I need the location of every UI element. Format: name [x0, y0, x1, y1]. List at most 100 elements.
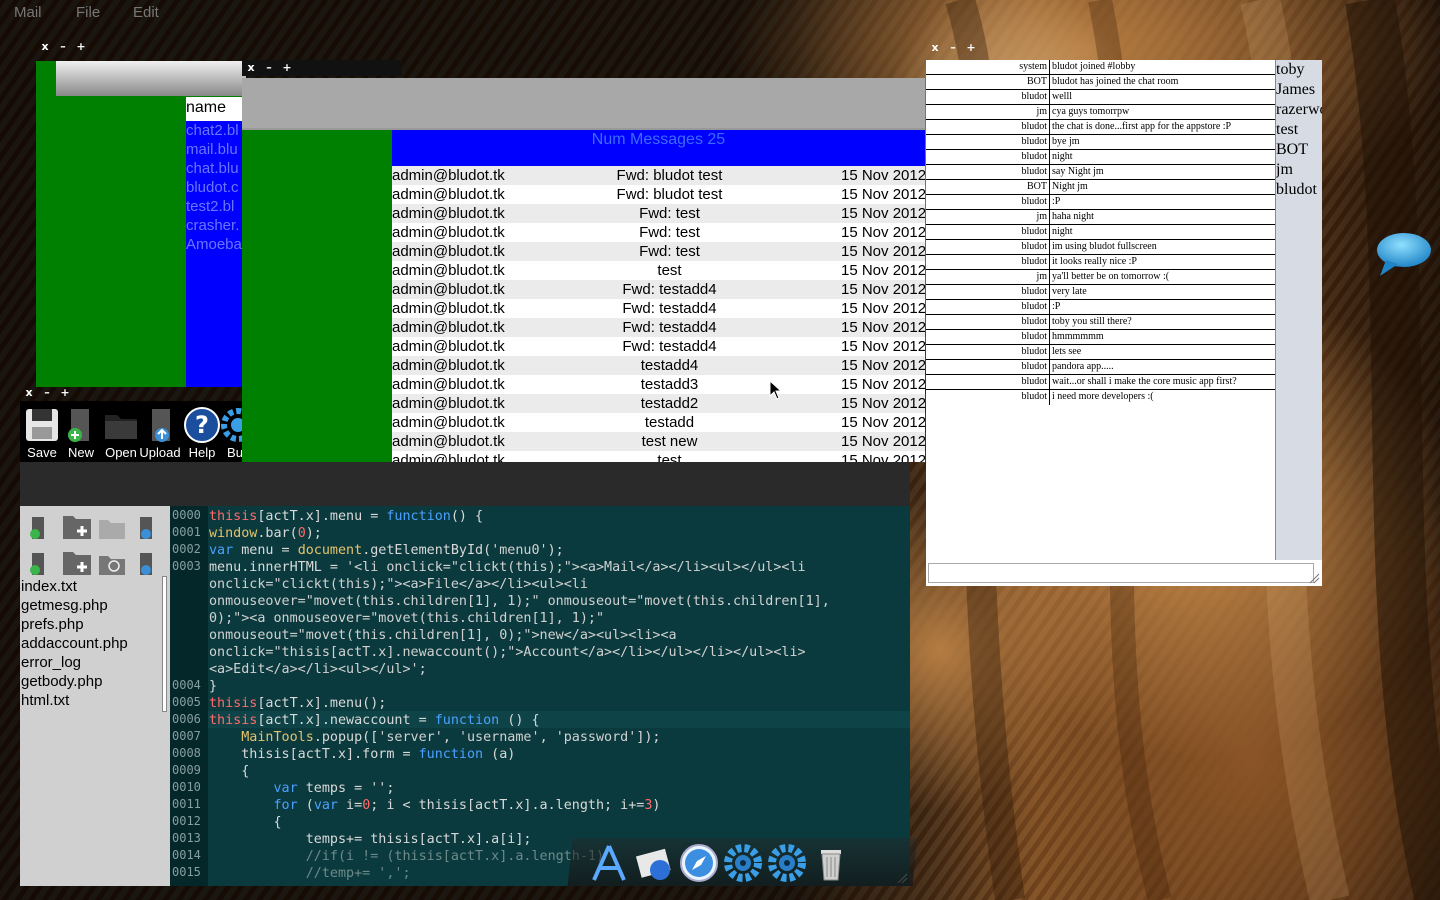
maximize-button[interactable]: + — [60, 387, 70, 399]
message-row[interactable]: admin@bludot.tk Fwd: test 15 Nov 2012 — [392, 242, 925, 261]
file-item[interactable]: error_log — [21, 654, 81, 671]
message-row[interactable]: admin@bludot.tk testadd3 15 Nov 2012 — [392, 375, 925, 394]
user-list-item[interactable]: test — [1276, 120, 1322, 140]
account-item[interactable]: bludot.c — [186, 178, 246, 197]
trash-icon[interactable] — [810, 842, 852, 884]
file-item[interactable]: index.txt — [21, 578, 77, 595]
chat-message: bludot i need more developers :( — [926, 390, 1275, 405]
message-row[interactable]: admin@bludot.tk Fwd: testadd4 15 Nov 2012 — [392, 299, 925, 318]
message-row[interactable]: admin@bludot.tk Fwd: bludot test 15 Nov 20… — [392, 166, 925, 185]
new-folder-icon[interactable] — [62, 548, 92, 576]
close-button[interactable]: x — [40, 41, 50, 53]
chat-bubble-icon[interactable] — [1376, 232, 1432, 278]
message-row[interactable]: admin@bludot.tk Fwd: testadd4 15 Nov 2012 — [392, 318, 925, 337]
menu-file[interactable]: File — [76, 4, 100, 21]
maximize-button[interactable]: + — [282, 62, 292, 74]
open-button[interactable]: Open — [100, 407, 142, 460]
message-row[interactable]: admin@bludot.tk Fwd: testadd4 15 Nov 2012 — [392, 280, 925, 299]
settings-icon[interactable] — [722, 842, 764, 884]
user-list-item[interactable]: razerwo — [1276, 100, 1322, 120]
minimize-button[interactable]: – — [264, 62, 274, 74]
chat-text: haha night — [1052, 211, 1094, 222]
code-line: thisis[actT.x].menu = function() { — [209, 509, 484, 524]
chat-username: bludot — [926, 255, 1050, 269]
account-item[interactable]: chat.blu — [186, 159, 246, 178]
code-editor[interactable]: 0000 0001 0002 0003 0004 0005 0006 0007 … — [170, 506, 910, 886]
folder-icon[interactable] — [98, 516, 126, 540]
upload-icon[interactable] — [134, 516, 158, 540]
maximize-button[interactable]: + — [966, 42, 976, 54]
close-button[interactable]: x — [246, 62, 256, 74]
maximize-button[interactable]: + — [76, 41, 86, 53]
new-folder-icon[interactable] — [62, 512, 92, 540]
mail-icon[interactable] — [634, 842, 676, 884]
message-row[interactable]: admin@bludot.tk test new 15 Nov 2012 — [392, 432, 925, 451]
message-row[interactable]: admin@bludot.tk test 15 Nov 2012 — [392, 261, 925, 280]
line-number: 0001 — [172, 525, 201, 539]
chat-input[interactable] — [928, 563, 1314, 583]
message-subject: Fwd: bludot test — [616, 167, 723, 184]
minimize-button[interactable]: – — [58, 41, 68, 53]
user-list-item[interactable]: James — [1276, 80, 1322, 100]
account-item[interactable]: crasher. — [186, 216, 246, 235]
menu-mail[interactable]: Mail — [14, 4, 42, 21]
upload-icon[interactable] — [134, 552, 158, 576]
save-button[interactable]: Save — [20, 407, 64, 460]
menu-edit[interactable]: Edit — [133, 4, 159, 21]
message-subject: testadd3 — [640, 376, 699, 393]
upload-button[interactable]: Upload — [138, 407, 182, 460]
delete-folder-icon[interactable] — [98, 552, 126, 576]
mail-window: x – + Num Messages 25 admin@bludot.tk Fwd… — [242, 60, 925, 465]
close-button[interactable]: x — [930, 42, 940, 54]
message-from: admin@bludot.tk — [392, 281, 505, 298]
code-line: thisis[actT.x].newaccount = function () … — [209, 713, 540, 728]
account-item[interactable]: Amoeba — [186, 235, 246, 254]
chat-username: bludot — [926, 165, 1050, 179]
message-row[interactable]: admin@bludot.tk Fwd: test 15 Nov 2012 — [392, 223, 925, 242]
line-number: 0005 — [172, 695, 201, 709]
message-date: 15 Nov 2012 — [841, 224, 925, 241]
file-item[interactable]: prefs.php — [21, 616, 84, 633]
close-button[interactable]: x — [24, 387, 34, 399]
file-item[interactable]: getmesg.php — [21, 597, 108, 614]
minimize-button[interactable]: – — [948, 42, 958, 54]
minimize-button[interactable]: – — [42, 387, 52, 399]
file-item[interactable]: html.txt — [21, 692, 69, 709]
upload-label: Upload — [139, 445, 181, 460]
message-from: admin@bludot.tk — [392, 300, 505, 317]
app-store-icon[interactable] — [588, 842, 630, 884]
code-line: onmouseover="movet(this.children[1], 1);… — [209, 594, 830, 609]
message-row[interactable]: admin@bludot.tk Fwd: test 15 Nov 2012 — [392, 204, 925, 223]
mail-toolbar — [242, 78, 925, 128]
safari-icon[interactable] — [678, 842, 720, 884]
accounts-panel: name chat2.bl mail.blu chat.blu bludot.c… — [36, 61, 246, 387]
code-line: for (var i=0; i < thisis[actT.x].a.lengt… — [273, 798, 661, 813]
account-item[interactable]: test2.bl — [186, 197, 246, 216]
message-from: admin@bludot.tk — [392, 319, 505, 336]
resize-grip-icon[interactable] — [1308, 572, 1320, 584]
help-button[interactable]: ? Help — [180, 407, 224, 460]
add-file-icon[interactable] — [26, 516, 50, 540]
file-item[interactable]: getbody.php — [21, 673, 102, 690]
user-list-item[interactable]: BOT — [1276, 140, 1322, 160]
settings-icon-2[interactable] — [766, 842, 808, 884]
accounts-window-titlebar: x – + — [36, 39, 86, 55]
message-row[interactable]: admin@bludot.tk Fwd: bludot test 15 Nov 20… — [392, 185, 925, 204]
add-file-icon[interactable] — [26, 552, 50, 576]
chat-text: i need more developers :( — [1052, 391, 1154, 402]
account-item[interactable]: chat2.bl — [186, 121, 246, 140]
message-row[interactable]: admin@bludot.tk test 15 Nov 2012 — [392, 451, 925, 462]
account-item[interactable]: mail.blu — [186, 140, 246, 159]
message-row[interactable]: admin@bludot.tk testadd4 15 Nov 2012 — [392, 356, 925, 375]
chat-message: jm cya guys tomorrpw — [926, 105, 1275, 120]
user-list-item[interactable]: bludot — [1276, 180, 1322, 200]
message-date: 15 Nov 2012 — [841, 376, 925, 393]
file-browser-scrollbar[interactable] — [162, 576, 167, 712]
file-item[interactable]: addaccount.php — [21, 635, 128, 652]
message-row[interactable]: admin@bludot.tk testadd2 15 Nov 2012 — [392, 394, 925, 413]
message-row[interactable]: admin@bludot.tk testadd 15 Nov 2012 — [392, 413, 925, 432]
user-list-item[interactable]: jm — [1276, 160, 1322, 180]
user-list-item[interactable]: toby — [1276, 60, 1322, 80]
message-row[interactable]: admin@bludot.tk Fwd: testadd4 15 Nov 2012 — [392, 337, 925, 356]
chat-message: bludot toby you still there? — [926, 315, 1275, 330]
